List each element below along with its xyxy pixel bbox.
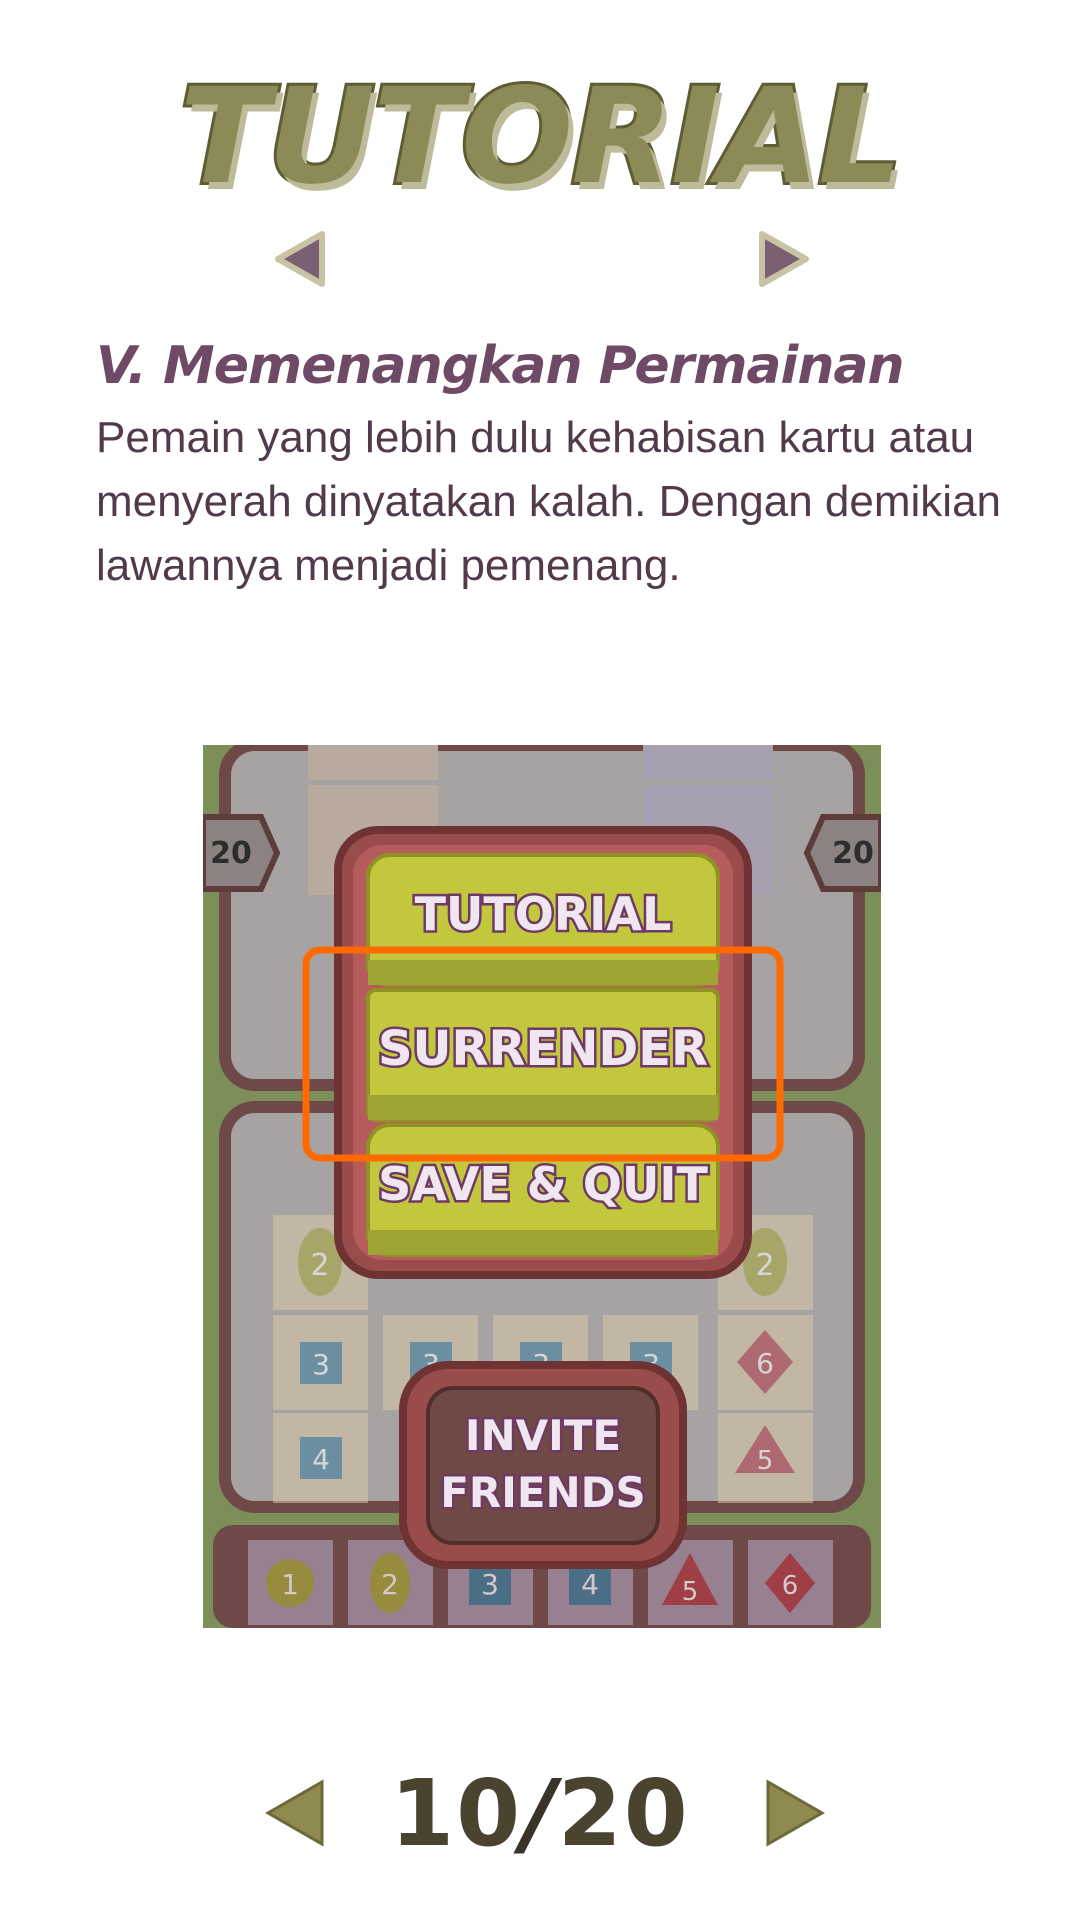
svg-text:5: 5 xyxy=(757,1446,774,1476)
svg-text:6: 6 xyxy=(782,1571,799,1601)
score-badge-left: 20 xyxy=(203,814,281,892)
svg-text:4: 4 xyxy=(312,1443,330,1476)
invite-line2: FRIENDS xyxy=(440,1468,646,1517)
menu-tutorial-label: TUTORIAL xyxy=(415,887,672,941)
page-total: 20 xyxy=(557,1760,690,1867)
top-next-button[interactable] xyxy=(754,228,814,294)
bottom-next-button[interactable] xyxy=(762,1778,828,1852)
triangle-left-icon xyxy=(275,231,325,287)
svg-text:5: 5 xyxy=(682,1577,699,1607)
menu-save-quit-label: SAVE & QUIT xyxy=(378,1157,708,1211)
board-card xyxy=(643,745,773,780)
svg-text:2: 2 xyxy=(310,1248,329,1283)
svg-text:2: 2 xyxy=(755,1248,774,1283)
menu-surrender-button[interactable]: SURRENDER xyxy=(366,988,720,1122)
menu-tutorial-button[interactable]: TUTORIAL xyxy=(366,853,720,987)
invite-friends-button[interactable]: INVITE FRIENDS xyxy=(399,1361,687,1569)
svg-text:2: 2 xyxy=(381,1568,399,1601)
score-right: 20 xyxy=(832,836,874,871)
score-badge-right: 20 xyxy=(803,814,881,892)
menu-surrender-label: SURRENDER xyxy=(378,1021,708,1077)
triangle-right-icon xyxy=(766,1779,826,1847)
page-current: 10 xyxy=(390,1760,523,1867)
svg-text:6: 6 xyxy=(756,1347,774,1380)
svg-text:3: 3 xyxy=(312,1348,330,1381)
page-separator: / xyxy=(522,1760,558,1867)
svg-text:4: 4 xyxy=(581,1568,599,1601)
tutorial-title: TUTORIAL xyxy=(177,57,906,217)
page-indicator: 10/20 xyxy=(0,1760,1080,1867)
svg-text:3: 3 xyxy=(481,1568,499,1601)
section-heading: V. Memenangkan Permainan xyxy=(96,336,904,396)
example-screenshot: 20 20 2 2 3 3 3 3 6 xyxy=(203,745,881,1628)
score-left: 20 xyxy=(210,836,252,871)
board-card xyxy=(308,745,438,780)
top-prev-button[interactable] xyxy=(270,228,330,294)
menu-save-quit-button[interactable]: SAVE & QUIT xyxy=(366,1123,720,1257)
section-body: Pemain yang lebih dulu kehabisan kartu a… xyxy=(96,413,1002,590)
triangle-right-icon xyxy=(759,231,809,287)
svg-text:1: 1 xyxy=(281,1568,299,1601)
invite-line1: INVITE xyxy=(465,1411,621,1460)
